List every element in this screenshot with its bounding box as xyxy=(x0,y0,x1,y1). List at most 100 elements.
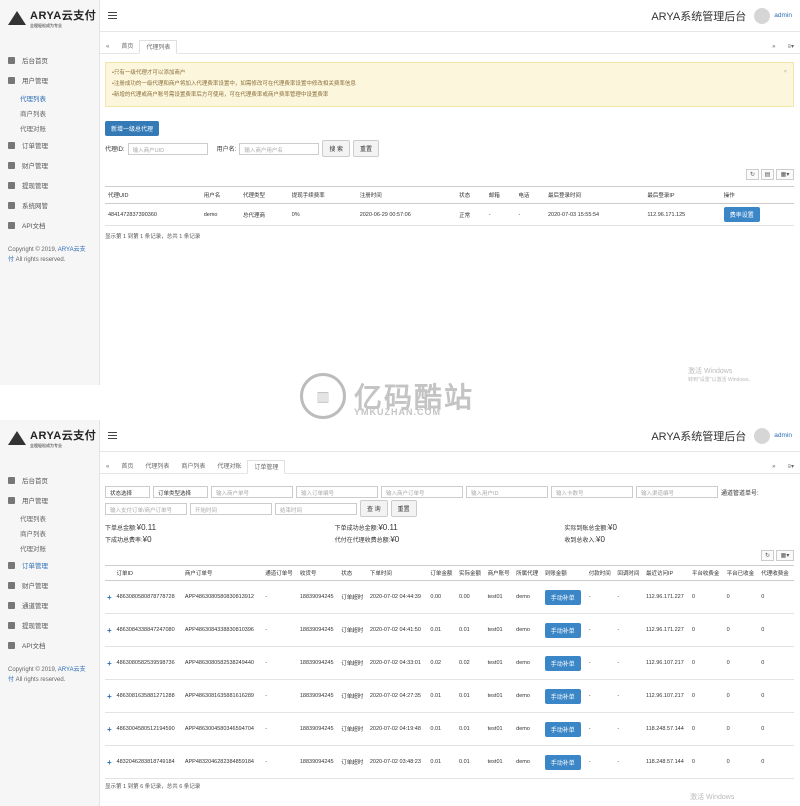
filter-input[interactable]: 输入订单编号 xyxy=(296,486,378,498)
user-name[interactable]: admin xyxy=(774,12,792,19)
start-time-input[interactable]: 开始时间 xyxy=(190,502,272,515)
sidebar-item[interactable]: 订单管理 xyxy=(0,555,99,575)
add-agent-button[interactable]: 新增一级总代理 xyxy=(105,121,160,136)
top-bar: ARYA系统管理后台 admin xyxy=(100,420,800,452)
manual-fill-button[interactable]: 手动补单 xyxy=(544,589,581,605)
sidebar-item[interactable]: 后台首页 xyxy=(0,470,99,490)
tab-forward-icon[interactable]: » xyxy=(766,40,781,54)
tab-back-icon[interactable]: « xyxy=(100,460,115,474)
tab-item[interactable]: 订单管理 xyxy=(247,459,286,474)
refresh-icon[interactable]: ↻ xyxy=(746,169,759,180)
tab-item[interactable]: 代理列表 xyxy=(139,460,175,474)
agent-id-input[interactable]: 输入商户UID xyxy=(127,142,208,155)
column-header: 操作 xyxy=(720,186,794,204)
filter-input[interactable]: 输入渠道编号 xyxy=(636,486,718,498)
status-select[interactable]: 状态选择 xyxy=(105,486,150,498)
tab-bar: «首页 代理列表 » ≡▾ xyxy=(100,39,800,54)
table-cell: 手动补单 xyxy=(542,745,587,779)
rate-settings-button[interactable]: 费率设置 xyxy=(723,207,760,222)
table-cell: 0.01 xyxy=(428,712,457,746)
menu-toggle-icon[interactable] xyxy=(108,12,117,19)
sidebar-item[interactable]: 提现管理 xyxy=(0,175,99,195)
sidebar-item[interactable]: 用户管理 xyxy=(0,490,99,510)
manual-fill-button[interactable]: 手动补单 xyxy=(544,655,581,671)
table-cell: 0.01 xyxy=(428,613,457,647)
sidebar-item[interactable]: 订单管理 xyxy=(0,135,99,155)
sidebar-item[interactable]: 系统网管 xyxy=(0,195,99,215)
sidebar-item[interactable]: API文档 xyxy=(0,215,99,235)
tab-back-icon[interactable]: « xyxy=(100,40,115,54)
expand-icon[interactable]: + xyxy=(105,712,115,746)
stat-value: ¥0 xyxy=(390,535,400,544)
tab-item[interactable]: 首页 xyxy=(115,40,139,54)
sidebar-item[interactable]: 通道管理 xyxy=(0,595,99,615)
columns-icon[interactable]: ▦▾ xyxy=(776,169,794,180)
columns-icon[interactable]: ▦▾ xyxy=(776,550,794,561)
manual-fill-button[interactable]: 手动补单 xyxy=(544,688,581,704)
sidebar-item[interactable]: 财户管理 xyxy=(0,155,99,175)
search-button[interactable]: 查 询 xyxy=(360,500,388,517)
windows-activation: 激活 Windows xyxy=(690,794,735,801)
sidebar-item[interactable]: 代理对账 xyxy=(0,120,99,135)
expand-icon[interactable]: + xyxy=(105,580,115,614)
sidebar-item[interactable]: 后台首页 xyxy=(0,50,99,70)
tab-item[interactable]: 代理列表 xyxy=(139,39,178,54)
tab-item[interactable]: 首页 xyxy=(115,460,139,474)
sidebar-item[interactable]: 代理对账 xyxy=(0,540,99,555)
table-row: +4863081635881271288 APP48630816358816162… xyxy=(105,679,794,713)
reset-button[interactable]: 重置 xyxy=(353,140,380,157)
expand-icon[interactable]: + xyxy=(105,679,115,713)
manual-fill-button[interactable]: 手动补单 xyxy=(544,754,581,770)
page-title: ARYA系统管理后台 xyxy=(651,10,747,23)
sidebar-item[interactable]: 代理列表 xyxy=(0,510,99,525)
refresh-icon[interactable]: ↻ xyxy=(761,550,774,561)
sidebar-item-label: 代理对账 xyxy=(20,125,46,133)
table-row: 4841472837390360 demo 总代理商 0% 2020-06-29 00:… xyxy=(105,203,794,226)
expand-icon[interactable]: + xyxy=(105,646,115,680)
table-cell: 0.01 xyxy=(456,679,486,713)
menu-icon xyxy=(8,496,15,504)
table-cell: - xyxy=(586,712,616,746)
user-name[interactable]: admin xyxy=(774,432,792,439)
sidebar-item[interactable]: 商户列表 xyxy=(0,105,99,120)
menu-icon xyxy=(8,161,15,169)
manual-fill-button[interactable]: 手动补单 xyxy=(544,721,581,737)
table-cell: - xyxy=(586,646,616,680)
expand-icon[interactable]: + xyxy=(105,613,115,647)
sidebar-item[interactable]: 用户管理 xyxy=(0,70,99,90)
sidebar-item-label: 财户管理 xyxy=(22,583,48,590)
expand-icon[interactable]: + xyxy=(105,745,115,779)
search-button[interactable]: 搜 索 xyxy=(322,140,351,157)
toggle-view-icon[interactable]: ▤ xyxy=(761,169,774,180)
column-header: 代理收费金 xyxy=(759,565,794,581)
order-no-input[interactable]: 输入支付订单/商户订单号 xyxy=(105,502,187,515)
tab-item[interactable]: 代理对账 xyxy=(211,460,247,474)
username-input[interactable]: 输入商户用户名 xyxy=(239,142,320,155)
tab-menu-icon[interactable]: ≡▾ xyxy=(781,40,800,54)
sidebar-item[interactable]: 代理列表 xyxy=(0,90,99,105)
order-stats: 下单总金额:¥0.11 下单成功总金额:¥0.11 实际到账总金额:¥0 下成功总费率… xyxy=(105,523,794,544)
filter-input[interactable]: 输入商户单号 xyxy=(211,486,293,498)
avatar[interactable] xyxy=(754,427,771,444)
avatar[interactable] xyxy=(754,7,771,24)
tab-item[interactable]: 商户列表 xyxy=(175,460,211,474)
menu-toggle-icon[interactable] xyxy=(108,432,117,439)
end-time-input[interactable]: 结束时间 xyxy=(275,502,357,515)
close-icon[interactable]: × xyxy=(784,67,787,78)
sidebar-item[interactable]: 提现管理 xyxy=(0,615,99,635)
info-alert: •只有一级代理才可以添加商户 •注册成功的一级代理和商户将加入代理费率设置中，如… xyxy=(105,62,794,107)
table-cell: 4863080580878778728 xyxy=(114,580,183,614)
reset-button[interactable]: 重置 xyxy=(390,500,417,517)
filter-input[interactable]: 输入用户ID xyxy=(466,486,548,498)
order-type-select[interactable]: 订单类型选择 xyxy=(153,486,208,498)
manual-fill-button[interactable]: 手动补单 xyxy=(544,622,581,638)
filter-input[interactable]: 输入商户订单号 xyxy=(381,486,463,498)
sidebar-item[interactable]: 商户列表 xyxy=(0,525,99,540)
tab-menu-icon[interactable]: ≡▾ xyxy=(781,460,800,474)
menu-icon xyxy=(8,181,15,189)
sidebar-item[interactable]: 财户管理 xyxy=(0,575,99,595)
table-cell: test01 xyxy=(485,646,515,680)
sidebar-item[interactable]: API文档 xyxy=(0,635,99,655)
tab-forward-icon[interactable]: » xyxy=(766,460,781,474)
filter-input[interactable]: 输入卡数号 xyxy=(551,486,633,498)
